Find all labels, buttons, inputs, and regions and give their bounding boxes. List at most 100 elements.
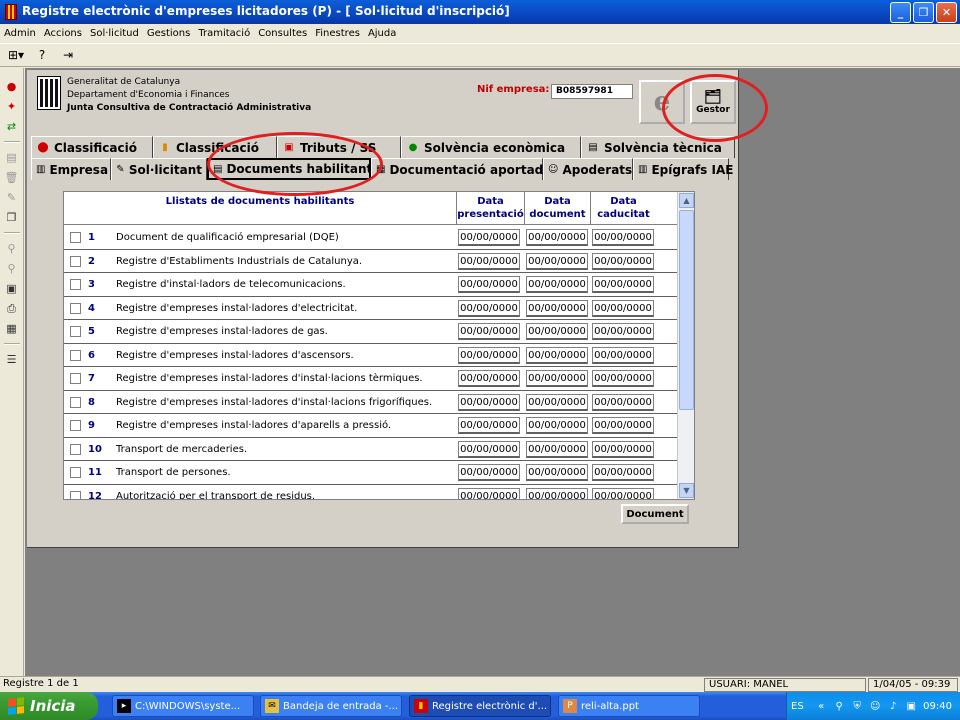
row-checkbox[interactable] [70, 443, 81, 455]
menu-gestions[interactable]: Gestions [143, 28, 194, 39]
tab-documentacio-aportada[interactable]: ▦ Documentació aportada [371, 158, 551, 180]
date-document-field[interactable]: 00/00/0000 [526, 393, 588, 411]
preview-icon[interactable]: ▦ [3, 320, 21, 337]
search-icon[interactable]: ⚲ [3, 260, 21, 277]
date-document-field[interactable]: 00/00/0000 [526, 276, 588, 293]
row-checkbox[interactable] [70, 255, 81, 267]
print-icon[interactable]: ⎙ [3, 300, 21, 317]
tree-view-icon[interactable]: ⊞▾ [6, 46, 26, 64]
run-icon[interactable]: ✦ [3, 98, 21, 115]
tray-expand-icon[interactable]: « [815, 700, 828, 713]
date-presentacio-field[interactable]: 00/00/0000 [458, 323, 520, 340]
date-document-field[interactable]: 00/00/0000 [526, 252, 588, 270]
save-icon[interactable]: ▣ [3, 280, 21, 297]
tab-epigrafs-iae[interactable]: ▥ Epígrafs IAE [633, 158, 733, 180]
stop-icon[interactable]: ● [3, 78, 21, 95]
tab-classificacio-generalitat[interactable]: ▮ Classificació [153, 136, 277, 158]
binoculars-icon[interactable]: ⚲ [3, 240, 21, 257]
row-checkbox[interactable] [70, 490, 81, 499]
date-presentacio-field[interactable]: 00/00/0000 [458, 252, 520, 270]
date-document-field[interactable]: 00/00/0000 [526, 299, 588, 317]
task-outlook[interactable]: ✉ Bandeja de entrada -... [260, 695, 402, 717]
date-presentacio-field[interactable]: 00/00/0000 [458, 299, 520, 317]
date-presentacio-field[interactable]: 00/00/0000 [458, 346, 520, 364]
date-presentacio-field[interactable]: 00/00/0000 [458, 276, 520, 293]
date-caducitat-field[interactable]: 00/00/0000 [592, 464, 654, 481]
date-document-field[interactable]: 00/00/0000 [526, 440, 588, 458]
tab-tributs-ss[interactable]: ▣ Tributs / SS [277, 136, 401, 158]
date-caducitat-field[interactable]: 00/00/0000 [592, 299, 654, 317]
copy-icon[interactable]: ❐ [3, 209, 21, 226]
menu-ajuda[interactable]: Ajuda [364, 28, 400, 39]
minimize-button[interactable]: _ [890, 2, 911, 23]
date-presentacio-field[interactable]: 00/00/0000 [458, 464, 520, 481]
date-document-field[interactable]: 00/00/0000 [526, 464, 588, 481]
row-checkbox[interactable] [70, 232, 81, 243]
gestor-button[interactable]: 🗂 Gestor [690, 80, 736, 124]
date-caducitat-field[interactable]: 00/00/0000 [592, 252, 654, 270]
edit-icon[interactable]: ✎ [3, 189, 21, 206]
date-document-field[interactable]: 00/00/0000 [526, 487, 588, 499]
date-document-field[interactable]: 00/00/0000 [526, 229, 588, 246]
volume-icon[interactable]: ♪ [887, 700, 900, 713]
new-record-icon[interactable]: ▤ [3, 149, 21, 166]
date-document-field[interactable]: 00/00/0000 [526, 346, 588, 364]
row-checkbox[interactable] [70, 373, 81, 384]
date-caducitat-field[interactable]: 00/00/0000 [592, 346, 654, 364]
date-caducitat-field[interactable]: 00/00/0000 [592, 393, 654, 411]
date-document-field[interactable]: 00/00/0000 [526, 323, 588, 340]
tab-solvencia-economica[interactable]: ● Solvència econòmica [401, 136, 581, 158]
tab-documents-habilitants[interactable]: ▤ Documents habilitants [207, 158, 379, 180]
tab-classificacio-state[interactable]: ⬤ Classificació [31, 136, 153, 158]
date-document-field[interactable]: 00/00/0000 [526, 417, 588, 434]
task-powerpoint[interactable]: P reli-alta.ppt [558, 695, 700, 717]
security-icon[interactable]: ⛨ [851, 700, 864, 713]
date-presentacio-field[interactable]: 00/00/0000 [458, 393, 520, 411]
exit-door-icon[interactable]: ⇥ [58, 46, 78, 64]
date-caducitat-field[interactable]: 00/00/0000 [592, 276, 654, 293]
row-checkbox[interactable] [70, 279, 81, 290]
tab-apoderats[interactable]: ☺ Apoderats [543, 158, 633, 180]
menu-sollicitud[interactable]: Sol·licitud [86, 28, 143, 39]
arrows-icon[interactable]: ⇄ [3, 118, 21, 135]
date-document-field[interactable]: 00/00/0000 [526, 370, 588, 387]
display-icon[interactable]: ▣ [905, 700, 918, 713]
network-icon[interactable]: ⚲ [833, 700, 846, 713]
tab-sollicitant[interactable]: ✎ Sol·licitant [111, 158, 207, 180]
menu-accions[interactable]: Accions [40, 28, 86, 39]
date-caducitat-field[interactable]: 00/00/0000 [592, 323, 654, 340]
language-indicator[interactable]: ES [791, 701, 804, 712]
row-checkbox[interactable] [70, 420, 81, 431]
list-icon[interactable]: ☰ [3, 351, 21, 368]
tab-solvencia-tecnica[interactable]: ▤ Solvència tècnica [581, 136, 735, 158]
nif-field[interactable]: B08597981 [551, 84, 633, 99]
menu-finestres[interactable]: Finestres [311, 28, 364, 39]
document-button[interactable]: Document [621, 504, 689, 524]
date-presentacio-field[interactable]: 00/00/0000 [458, 229, 520, 246]
row-checkbox[interactable] [70, 302, 81, 314]
delete-icon[interactable]: 🗑 [3, 169, 21, 186]
scroll-up-icon[interactable]: ▲ [679, 193, 694, 208]
tab-empresa[interactable]: ▥ Empresa [31, 158, 111, 180]
date-presentacio-field[interactable]: 00/00/0000 [458, 370, 520, 387]
date-caducitat-field[interactable]: 00/00/0000 [592, 370, 654, 387]
row-checkbox[interactable] [70, 349, 81, 361]
date-caducitat-field[interactable]: 00/00/0000 [592, 487, 654, 499]
scroll-down-icon[interactable]: ▼ [679, 483, 694, 498]
row-checkbox[interactable] [70, 396, 81, 408]
internet-explorer-button[interactable]: e [639, 80, 685, 124]
menu-admin[interactable]: Admin [0, 28, 40, 39]
task-cmd[interactable]: ▸ C:\WINDOWS\syste... [112, 695, 254, 717]
menu-consultes[interactable]: Consultes [254, 28, 311, 39]
task-registre[interactable]: ▮ Registre electrònic d'... [409, 695, 551, 717]
date-caducitat-field[interactable]: 00/00/0000 [592, 229, 654, 246]
vertical-scrollbar[interactable]: ▲ ▼ [677, 192, 694, 499]
start-button[interactable]: Inicia [0, 692, 98, 720]
messenger-icon[interactable]: ☺ [869, 700, 882, 713]
date-caducitat-field[interactable]: 00/00/0000 [592, 417, 654, 434]
date-presentacio-field[interactable]: 00/00/0000 [458, 487, 520, 499]
date-caducitat-field[interactable]: 00/00/0000 [592, 440, 654, 458]
menu-tramitacio[interactable]: Tramitació [194, 28, 254, 39]
help-icon[interactable]: ? [32, 46, 52, 64]
scroll-thumb[interactable] [679, 210, 694, 410]
